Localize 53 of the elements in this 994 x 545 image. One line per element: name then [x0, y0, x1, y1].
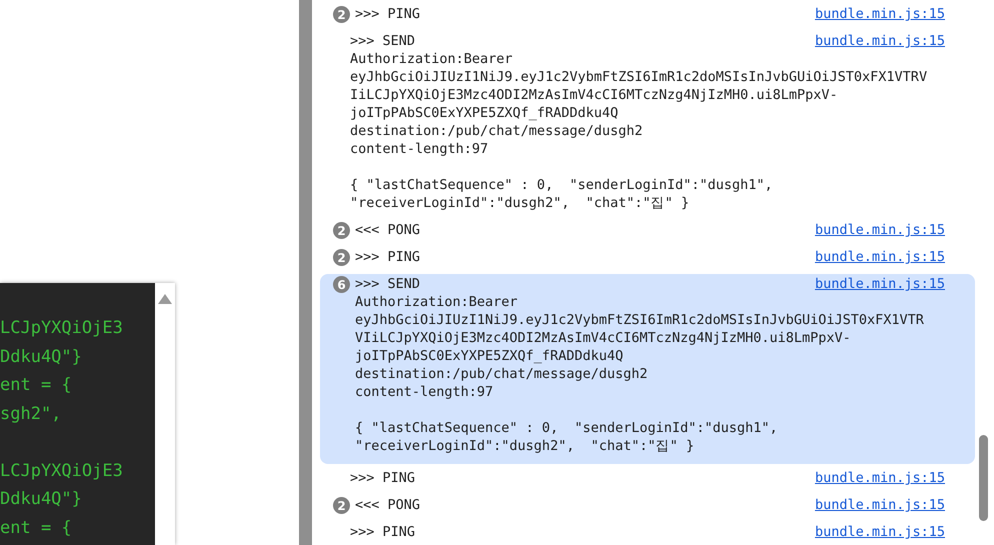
message-text: >>> PING — [350, 469, 416, 487]
message-text: >>> PING — [350, 523, 416, 541]
console-message[interactable]: 2 >>> PING bundle.min.js:15 — [320, 4, 975, 27]
message-text: <<< PONG — [355, 221, 420, 239]
message-body: "receiverLoginId":"dusgh2", "chat":"집" } — [355, 437, 694, 455]
message-text: >>> SEND — [355, 275, 420, 293]
message-text: >>> PING — [355, 248, 420, 266]
code-line: LCJpYXQiOjE3 — [0, 317, 124, 340]
repeat-count-badge: 6 — [333, 276, 350, 293]
message-text: IiLCJpYXQiOjE3Mzc4ODI2MzAsImV4cCI6MTczNzg4NjIzMH0.ui8LmPpxV- — [350, 86, 838, 104]
message-text: VIiLCJpYXQiOjE3Mzc4ODI2MzAsImV4cCI6MTczNzg4NjIzMH0.ui8LmPpxV- — [355, 329, 851, 347]
source-link[interactable]: bundle.min.js:15 — [814, 5, 945, 23]
repeat-count-badge: 2 — [333, 249, 350, 266]
code-line: ent = { — [0, 374, 73, 397]
code-line: Ddku4Q"} — [0, 488, 83, 511]
message-text: content-length:97 — [350, 140, 488, 158]
code-line: ent = { — [0, 516, 73, 540]
message-body: "receiverLoginId":"dusgh2", "chat":"집" } — [350, 194, 690, 212]
message-text: >>> SEND — [350, 32, 416, 50]
message-body: { "lastChatSequence" : 0, "senderLoginId":"dusgh1", — [350, 176, 773, 194]
scroll-up-arrow-icon[interactable] — [158, 294, 172, 304]
source-link[interactable]: bundle.min.js:15 — [814, 469, 945, 487]
message-text: destination:/pub/chat/message/dusgh2 — [350, 122, 643, 140]
repeat-count-badge: 2 — [333, 497, 350, 514]
source-link[interactable]: bundle.min.js:15 — [814, 275, 945, 293]
message-text: Authorization:Bearer — [355, 293, 518, 311]
console-message[interactable]: 2 <<< PONG bundle.min.js:15 — [320, 220, 975, 243]
source-link[interactable]: bundle.min.js:15 — [814, 221, 945, 239]
console-message[interactable] — [320, 274, 975, 464]
repeat-count-badge: 2 — [333, 222, 350, 239]
console-message[interactable]: >>> PING bundle.min.js:15 — [320, 522, 975, 545]
source-link[interactable]: bundle.min.js:15 — [814, 523, 945, 541]
message-text: eyJhbGciOiJIUzI1NiJ9.eyJ1c2VybmFtZSI6ImR1c2doMSIsInJvbGUiOiJST0xFX1VTR — [355, 311, 924, 329]
message-body: { "lastChatSequence" : 0, "senderLoginId":"dusgh1", — [355, 419, 778, 437]
message-text: Authorization:Bearer — [350, 50, 513, 68]
repeat-count-badge: 2 — [333, 6, 350, 23]
console-message[interactable]: 2 <<< PONG bundle.min.js:15 — [320, 495, 975, 518]
source-link[interactable]: bundle.min.js:15 — [814, 248, 945, 266]
message-text: <<< PONG — [355, 496, 420, 514]
source-link[interactable]: bundle.min.js:15 — [814, 496, 945, 514]
message-text: content-length:97 — [355, 383, 494, 401]
source-link[interactable]: bundle.min.js:15 — [814, 32, 945, 50]
message-text: joITpPAbSC0ExYXPE5ZXQf_fRADDdku4Q — [355, 347, 624, 365]
scrollbar-thumb[interactable] — [979, 435, 988, 521]
console-message[interactable]: 2 >>> PING bundle.min.js:15 — [320, 247, 975, 270]
message-text: destination:/pub/chat/message/dusgh2 — [355, 365, 648, 383]
console-message[interactable]: >>> PING bundle.min.js:15 — [320, 468, 975, 491]
code-line: Ddku4Q"} — [0, 346, 83, 368]
message-text: joITpPAbSC0ExYXPE5ZXQf_fRADDdku4Q — [350, 104, 618, 122]
message-text: eyJhbGciOiJIUzI1NiJ9.eyJ1c2VybmFtZSI6ImR1c2doMSIsInJvbGUiOiJST0xFX1VTRV — [350, 68, 928, 86]
code-line: LCJpYXQiOjE3 — [0, 460, 124, 482]
message-text: >>> PING — [355, 5, 420, 23]
code-line: sgh2", — [0, 402, 62, 426]
